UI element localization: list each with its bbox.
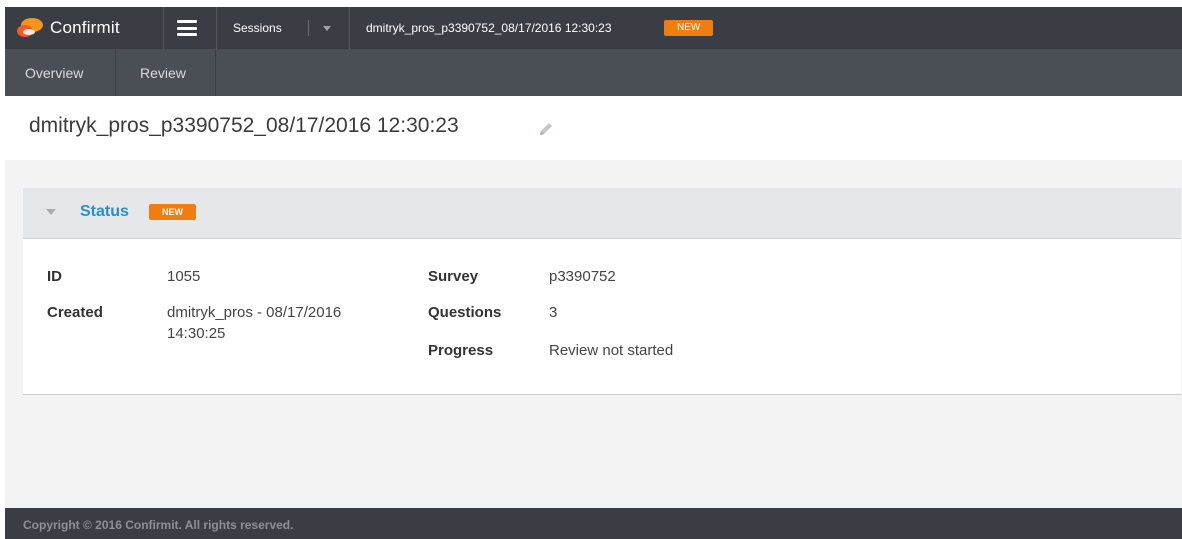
brand-logo[interactable]: Confirmit — [17, 7, 120, 49]
status-badge: NEW — [149, 204, 196, 220]
divider — [308, 20, 309, 36]
survey-value: p3390752 — [549, 268, 616, 285]
copyright-text: Copyright © 2016 Confirmit. All rights r… — [23, 518, 294, 532]
brand-name: Confirmit — [50, 18, 120, 37]
progress-label: Progress — [428, 342, 494, 359]
top-bar: Confirmit Sessions dmitryk_pros_p3390752… — [5, 7, 1182, 49]
chevron-down-icon[interactable] — [323, 26, 331, 31]
survey-label: Survey — [428, 268, 479, 285]
app: Confirmit Sessions dmitryk_pros_p3390752… — [5, 7, 1182, 539]
page-title: dmitryk_pros_p3390752_08/17/2016 12:30:2… — [29, 114, 459, 137]
divider — [216, 7, 217, 49]
footer: Copyright © 2016 Confirmit. All rights r… — [5, 508, 1182, 539]
caret-down-icon[interactable] — [46, 209, 56, 215]
tab-review[interactable]: Review — [140, 49, 186, 96]
divider — [115, 49, 116, 96]
divider — [163, 7, 164, 49]
status-badge: NEW — [664, 20, 714, 36]
confirmit-logo-icon — [17, 17, 44, 39]
status-card: Status NEW ID 1055 Created dmitryk_pros … — [23, 188, 1181, 395]
tab-overview[interactable]: Overview — [25, 49, 83, 96]
breadcrumb-current-session: dmitryk_pros_p3390752_08/17/2016 12:30:2… — [366, 21, 612, 35]
created-value: dmitryk_pros - 08/17/2016 14:30:25 — [167, 304, 342, 342]
status-card-header[interactable]: Status NEW — [23, 188, 1181, 239]
created-label: Created — [47, 304, 103, 321]
questions-value: 3 — [549, 304, 558, 321]
divider — [215, 49, 216, 96]
breadcrumb-sessions[interactable]: Sessions — [233, 7, 282, 49]
questions-label: Questions — [428, 304, 502, 321]
divider — [349, 7, 350, 49]
id-label: ID — [47, 268, 62, 285]
status-card-title[interactable]: Status — [80, 203, 129, 221]
hamburger-menu-icon[interactable] — [177, 20, 197, 36]
pencil-icon[interactable] — [537, 120, 555, 138]
sub-navigation: Overview Review — [5, 49, 1182, 96]
title-bar: dmitryk_pros_p3390752_08/17/2016 12:30:2… — [5, 96, 1182, 160]
progress-value: Review not started — [549, 342, 674, 359]
id-value: 1055 — [167, 268, 201, 285]
